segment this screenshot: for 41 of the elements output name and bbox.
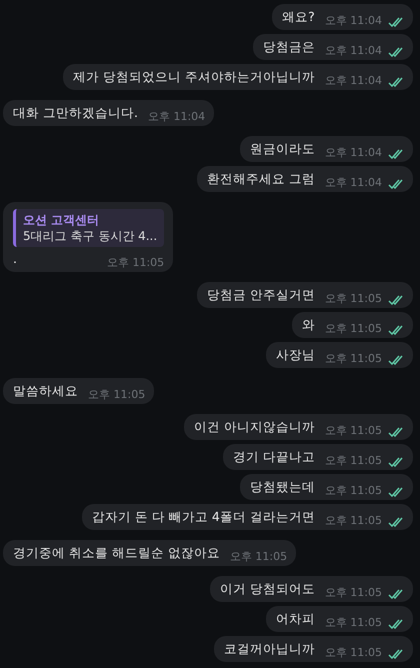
message-time: 오후 11:04 — [324, 74, 382, 88]
message-text: . — [13, 251, 17, 267]
message-text: 이건 아니지않습니까 — [194, 419, 315, 435]
message-time: 오후 11:05 — [324, 616, 382, 630]
message-text: 당첨금 안주실거면 — [206, 287, 315, 303]
message-text: 경기중에 취소를 해드릴순 없잖아요 — [13, 545, 220, 561]
message-text: 말씀하세요 — [13, 383, 78, 399]
message-text: 대화 그만하겠습니다. — [13, 105, 138, 121]
message-time: 오후 11:05 — [324, 514, 382, 528]
message-time: 오후 11:05 — [324, 424, 382, 438]
message-text: 당첨됐는데 — [250, 479, 315, 495]
message-time: 오후 11:05 — [106, 256, 164, 270]
message-time: 오후 11:04 — [324, 146, 382, 160]
message-time: 오후 11:05 — [324, 322, 382, 336]
message-time: 오후 11:04 — [324, 14, 382, 28]
message-time: 오후 11:04 — [324, 44, 382, 58]
message-text: 와 — [302, 317, 315, 333]
message-time: 오후 11:05 — [88, 388, 146, 402]
message-text: 코걸꺼아닙니까 — [224, 641, 315, 657]
reply-quote[interactable]: 오션 고객센터 5대리그 축구 동시간 4... — [13, 209, 164, 247]
message-text: 사장님 — [276, 347, 315, 363]
message-text: 이거 당첨되어도 — [220, 581, 315, 597]
message-time: 오후 11:05 — [324, 586, 382, 600]
message-text: 어차피 — [276, 611, 315, 627]
message-text: 갑자기 돈 다 빼가고 4폴더 걸라는거면 — [92, 509, 315, 525]
message-text: 경기 다끝나고 — [232, 449, 315, 465]
message-time: 오후 11:05 — [324, 646, 382, 660]
message-text: 당첨금은 — [262, 39, 315, 55]
message-time: 오후 11:05 — [324, 484, 382, 498]
message-time: 오후 11:05 — [324, 454, 382, 468]
message-time: 오후 11:05 — [324, 352, 382, 366]
message-time: 오후 11:05 — [230, 550, 288, 564]
message-text: 원금이라도 — [250, 141, 315, 157]
message-time: 오후 11:04 — [324, 176, 382, 190]
quote-text: 5대리그 축구 동시간 4... — [23, 228, 158, 244]
quote-sender: 오션 고객센터 — [23, 212, 100, 228]
message-time: 오후 11:04 — [148, 110, 206, 124]
message-time: 오후 11:05 — [324, 292, 382, 306]
message-text: 왜요? — [282, 9, 315, 25]
message-text: 환전해주세요 그럼 — [206, 171, 315, 187]
message-text: 제가 당첨되었으니 주셔야하는거아닙니까 — [72, 69, 315, 85]
